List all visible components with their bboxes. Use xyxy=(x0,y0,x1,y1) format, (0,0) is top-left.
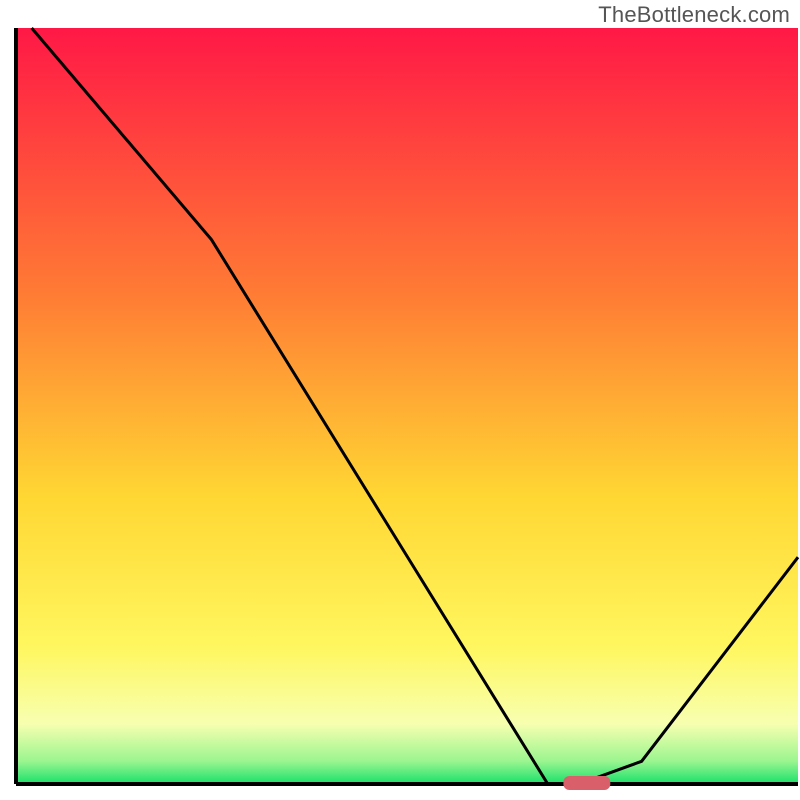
bottleneck-chart: TheBottleneck.com xyxy=(0,0,800,800)
optimal-marker xyxy=(563,776,610,790)
chart-background xyxy=(16,28,798,784)
chart-svg xyxy=(0,0,800,800)
